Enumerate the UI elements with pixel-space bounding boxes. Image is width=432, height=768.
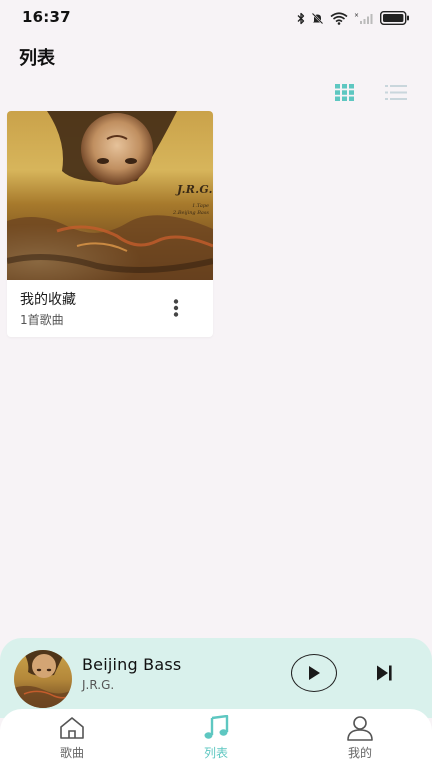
next-button[interactable] — [372, 662, 396, 684]
now-playing-title: Beijing Bass — [82, 655, 182, 674]
tab-label: 歌曲 — [59, 746, 84, 760]
tab-mine[interactable]: 我的 — [288, 709, 432, 768]
cover-artist-text: J.R.G. — [177, 183, 213, 196]
playlist-title: 我的收藏 — [20, 292, 76, 308]
music-note-icon — [202, 715, 230, 741]
status-time: 16:37 — [22, 8, 71, 26]
view-toggle — [332, 82, 408, 102]
play-icon — [309, 666, 320, 680]
mini-player[interactable]: Beijing Bass J.R.G. — [0, 638, 432, 718]
grid-view-button[interactable] — [332, 82, 356, 102]
wifi-icon — [330, 11, 348, 25]
play-button[interactable] — [291, 654, 337, 692]
tab-label: 列表 — [203, 746, 228, 760]
cover-track: 2.Beijing Bass — [173, 210, 209, 216]
playlist-cover: J.R.G. 1.Tape 2.Beijing Bass — [7, 111, 213, 280]
skip-next-icon — [377, 665, 392, 681]
tab-label: 我的 — [347, 746, 372, 760]
tab-playlists[interactable]: 列表 — [144, 709, 288, 768]
list-view-button[interactable] — [384, 82, 408, 102]
cover-track: 1.Tape — [192, 203, 209, 209]
tab-songs[interactable]: 歌曲 — [0, 709, 144, 768]
grid-icon — [334, 83, 354, 101]
cover-tracklist: 1.Tape 2.Beijing Bass — [169, 203, 209, 217]
battery-icon — [380, 11, 409, 25]
playlist-card[interactable]: J.R.G. 1.Tape 2.Beijing Bass 我的收藏 1首歌曲 — [7, 111, 213, 337]
more-options-button[interactable] — [167, 296, 185, 320]
album-art-thumbnail — [14, 650, 72, 708]
status-icons: × — [297, 10, 410, 26]
status-bar: 16:37 × — [0, 0, 432, 34]
mini-player-cover[interactable] — [14, 650, 72, 708]
signal-icon: × — [354, 12, 373, 24]
now-playing-artist: J.R.G. — [82, 678, 115, 692]
svg-text:×: × — [354, 12, 359, 19]
home-icon — [58, 715, 86, 741]
page-title: 列表 — [19, 48, 55, 69]
more-vertical-icon — [173, 299, 179, 317]
list-icon — [385, 84, 407, 100]
bottom-tab-bar: 歌曲 列表 我的 — [0, 709, 432, 768]
user-icon — [346, 715, 374, 741]
bluetooth-icon — [297, 12, 305, 24]
playlist-song-count: 1首歌曲 — [20, 313, 64, 327]
mute-icon — [311, 12, 324, 24]
